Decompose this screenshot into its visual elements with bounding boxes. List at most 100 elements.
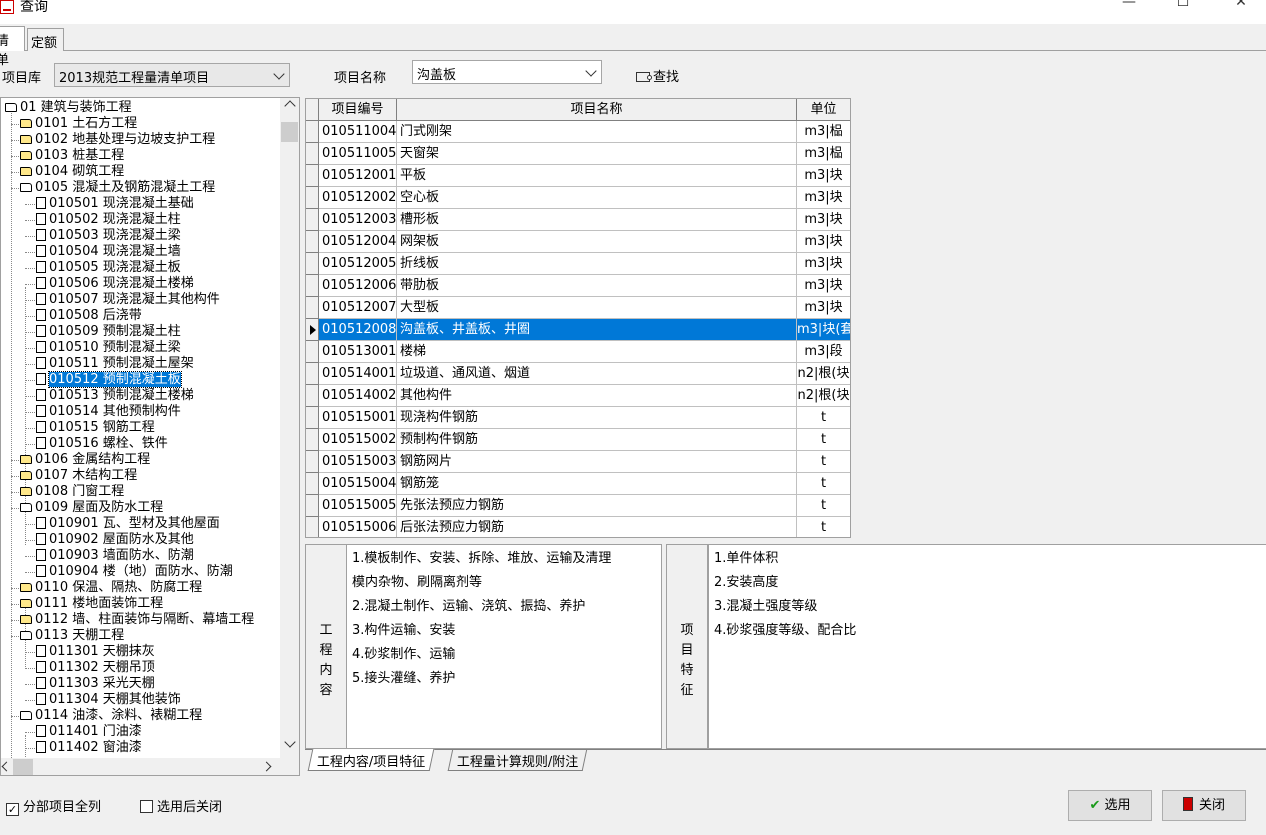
scroll-thumb[interactable]	[281, 122, 298, 142]
column-header-code[interactable]: 项目编号	[319, 99, 397, 121]
tree-node[interactable]: 0113 天棚工程	[20, 628, 124, 644]
cell-code[interactable]: 010514001	[319, 363, 397, 385]
tree-node[interactable]: 0107 木结构工程	[20, 468, 137, 484]
cell-code[interactable]: 010511004	[319, 121, 397, 143]
minimize-button[interactable]: —	[1106, 0, 1152, 20]
tab-rules[interactable]: 工程量计算规则/附注	[447, 749, 588, 771]
tree-node[interactable]: 0101 土石方工程	[20, 116, 137, 132]
library-select[interactable]: 2013规范工程量清单项目	[54, 63, 290, 87]
cell-code[interactable]: 010512001	[319, 165, 397, 187]
cell-unit[interactable]: t	[797, 517, 850, 537]
row-indicator[interactable]	[306, 121, 319, 143]
row-indicator[interactable]	[306, 341, 319, 363]
cell-unit[interactable]: m3|榀	[797, 121, 850, 143]
row-indicator[interactable]	[306, 187, 319, 209]
tree-node[interactable]: 0106 金属结构工程	[20, 452, 150, 468]
tree-node[interactable]: 010514 其他预制构件	[36, 404, 181, 420]
cell-name[interactable]: 门式刚架	[397, 121, 797, 143]
tree-node[interactable]: 0103 桩基工程	[20, 148, 124, 164]
cell-unit[interactable]: t	[797, 407, 850, 429]
cell-unit[interactable]: t	[797, 495, 850, 517]
cell-name[interactable]: 空心板	[397, 187, 797, 209]
cell-name[interactable]: 其他构件	[397, 385, 797, 407]
tree-node[interactable]: 010903 墙面防水、防潮	[36, 548, 194, 564]
cell-unit[interactable]: m3|块	[797, 165, 850, 187]
cell-unit[interactable]: m3|块	[797, 253, 850, 275]
cell-unit[interactable]: n2|根(块	[797, 385, 850, 407]
tree-node[interactable]: 0104 砌筑工程	[20, 164, 124, 180]
tree-node[interactable]: 0108 门窗工程	[20, 484, 124, 500]
cell-unit[interactable]: t	[797, 473, 850, 495]
tree-node[interactable]: 010904 楼（地）面防水、防潮	[36, 564, 233, 580]
cell-code[interactable]: 010512008	[319, 319, 397, 341]
close-window-button[interactable]: ✕	[1218, 0, 1264, 20]
tree-node[interactable]: 010510 预制混凝土梁	[36, 340, 181, 356]
tree-node[interactable]: 010506 现浇混凝土楼梯	[36, 276, 194, 292]
cell-name[interactable]: 槽形板	[397, 209, 797, 231]
cell-code[interactable]: 010512002	[319, 187, 397, 209]
cell-name[interactable]: 先张法预应力钢筋	[397, 495, 797, 517]
tree-node[interactable]: 010504 现浇混凝土墙	[36, 244, 181, 260]
cell-unit[interactable]: t	[797, 451, 850, 473]
row-indicator[interactable]	[306, 473, 319, 495]
maximize-button[interactable]: ☐	[1160, 0, 1206, 20]
tree-node[interactable]: 010512 预制混凝土板	[36, 371, 182, 388]
close-button[interactable]: 关闭	[1162, 790, 1246, 821]
cell-code[interactable]: 010515002	[319, 429, 397, 451]
row-indicator[interactable]	[306, 363, 319, 385]
cell-code[interactable]: 010512004	[319, 231, 397, 253]
tree-node[interactable]: 010505 现浇混凝土板	[36, 260, 181, 276]
cell-code[interactable]: 010511005	[319, 143, 397, 165]
cell-code[interactable]: 010514002	[319, 385, 397, 407]
row-indicator[interactable]	[306, 429, 319, 451]
cell-name[interactable]: 沟盖板、井盖板、井圈	[397, 319, 797, 341]
row-indicator[interactable]	[306, 495, 319, 517]
row-indicator[interactable]	[306, 209, 319, 231]
cell-name[interactable]: 天窗架	[397, 143, 797, 165]
tree-node[interactable]: 010509 预制混凝土柱	[36, 324, 181, 340]
tree-node[interactable]: 0102 地基处理与边坡支护工程	[20, 132, 215, 148]
tree-node[interactable]: 011301 天棚抹灰	[36, 644, 155, 660]
row-indicator[interactable]	[306, 275, 319, 297]
cell-name[interactable]: 网架板	[397, 231, 797, 253]
tree-node[interactable]: 010502 现浇混凝土柱	[36, 212, 181, 228]
cell-unit[interactable]: m3|块	[797, 275, 850, 297]
row-indicator-current[interactable]	[306, 319, 319, 341]
tab-work-content[interactable]: 工程内容/项目特征	[307, 749, 435, 771]
row-indicator[interactable]	[306, 385, 319, 407]
tree-horizontal-scrollbar[interactable]	[1, 758, 299, 775]
cell-code[interactable]: 010512006	[319, 275, 397, 297]
tree-node[interactable]: 0105 混凝土及钢筋混凝土工程	[20, 180, 215, 196]
cell-name[interactable]: 折线板	[397, 253, 797, 275]
cell-name[interactable]: 钢筋网片	[397, 451, 797, 473]
tree-node[interactable]: 0112 墙、柱面装饰与隔断、幕墙工程	[20, 612, 254, 628]
cell-code[interactable]: 010515001	[319, 407, 397, 429]
find-button[interactable]: 查找	[636, 66, 679, 85]
cell-unit[interactable]: m3|榀	[797, 143, 850, 165]
tree-node[interactable]: 010501 现浇混凝土基础	[36, 196, 194, 212]
row-indicator[interactable]	[306, 407, 319, 429]
row-indicator[interactable]	[306, 253, 319, 275]
features-panel[interactable]: 1.单件体积 2.安装高度 3.混凝土强度等级 4.砂浆强度等级、配合比	[708, 544, 1266, 749]
tree-node[interactable]: 010503 现浇混凝土梁	[36, 228, 181, 244]
tree-node[interactable]: 010901 瓦、型材及其他屋面	[36, 516, 220, 532]
cell-code[interactable]: 010515004	[319, 473, 397, 495]
cell-unit[interactable]: m3|块	[797, 231, 850, 253]
cell-name[interactable]: 带肋板	[397, 275, 797, 297]
cell-name[interactable]: 大型板	[397, 297, 797, 319]
close-after-checkbox[interactable]: 选用后关闭	[140, 796, 222, 815]
h-scroll-thumb[interactable]	[13, 759, 33, 775]
tree-node[interactable]: 010511 预制混凝土屋架	[36, 356, 194, 372]
row-indicator[interactable]	[306, 451, 319, 473]
cell-code[interactable]: 010515006	[319, 517, 397, 537]
cell-code[interactable]: 010515003	[319, 451, 397, 473]
tree-node[interactable]: 010902 屋面防水及其他	[36, 532, 194, 548]
cell-name[interactable]: 现浇构件钢筋	[397, 407, 797, 429]
column-header-name[interactable]: 项目名称	[397, 99, 797, 121]
tree-node[interactable]: 0109 屋面及防水工程	[20, 500, 163, 516]
tree-node[interactable]: 011402 窗油漆	[36, 740, 142, 756]
tab-bill[interactable]: 清单	[0, 26, 25, 68]
cell-code[interactable]: 010512003	[319, 209, 397, 231]
tree-node[interactable]: 010507 现浇混凝土其他构件	[36, 292, 220, 308]
cell-code[interactable]: 010512005	[319, 253, 397, 275]
